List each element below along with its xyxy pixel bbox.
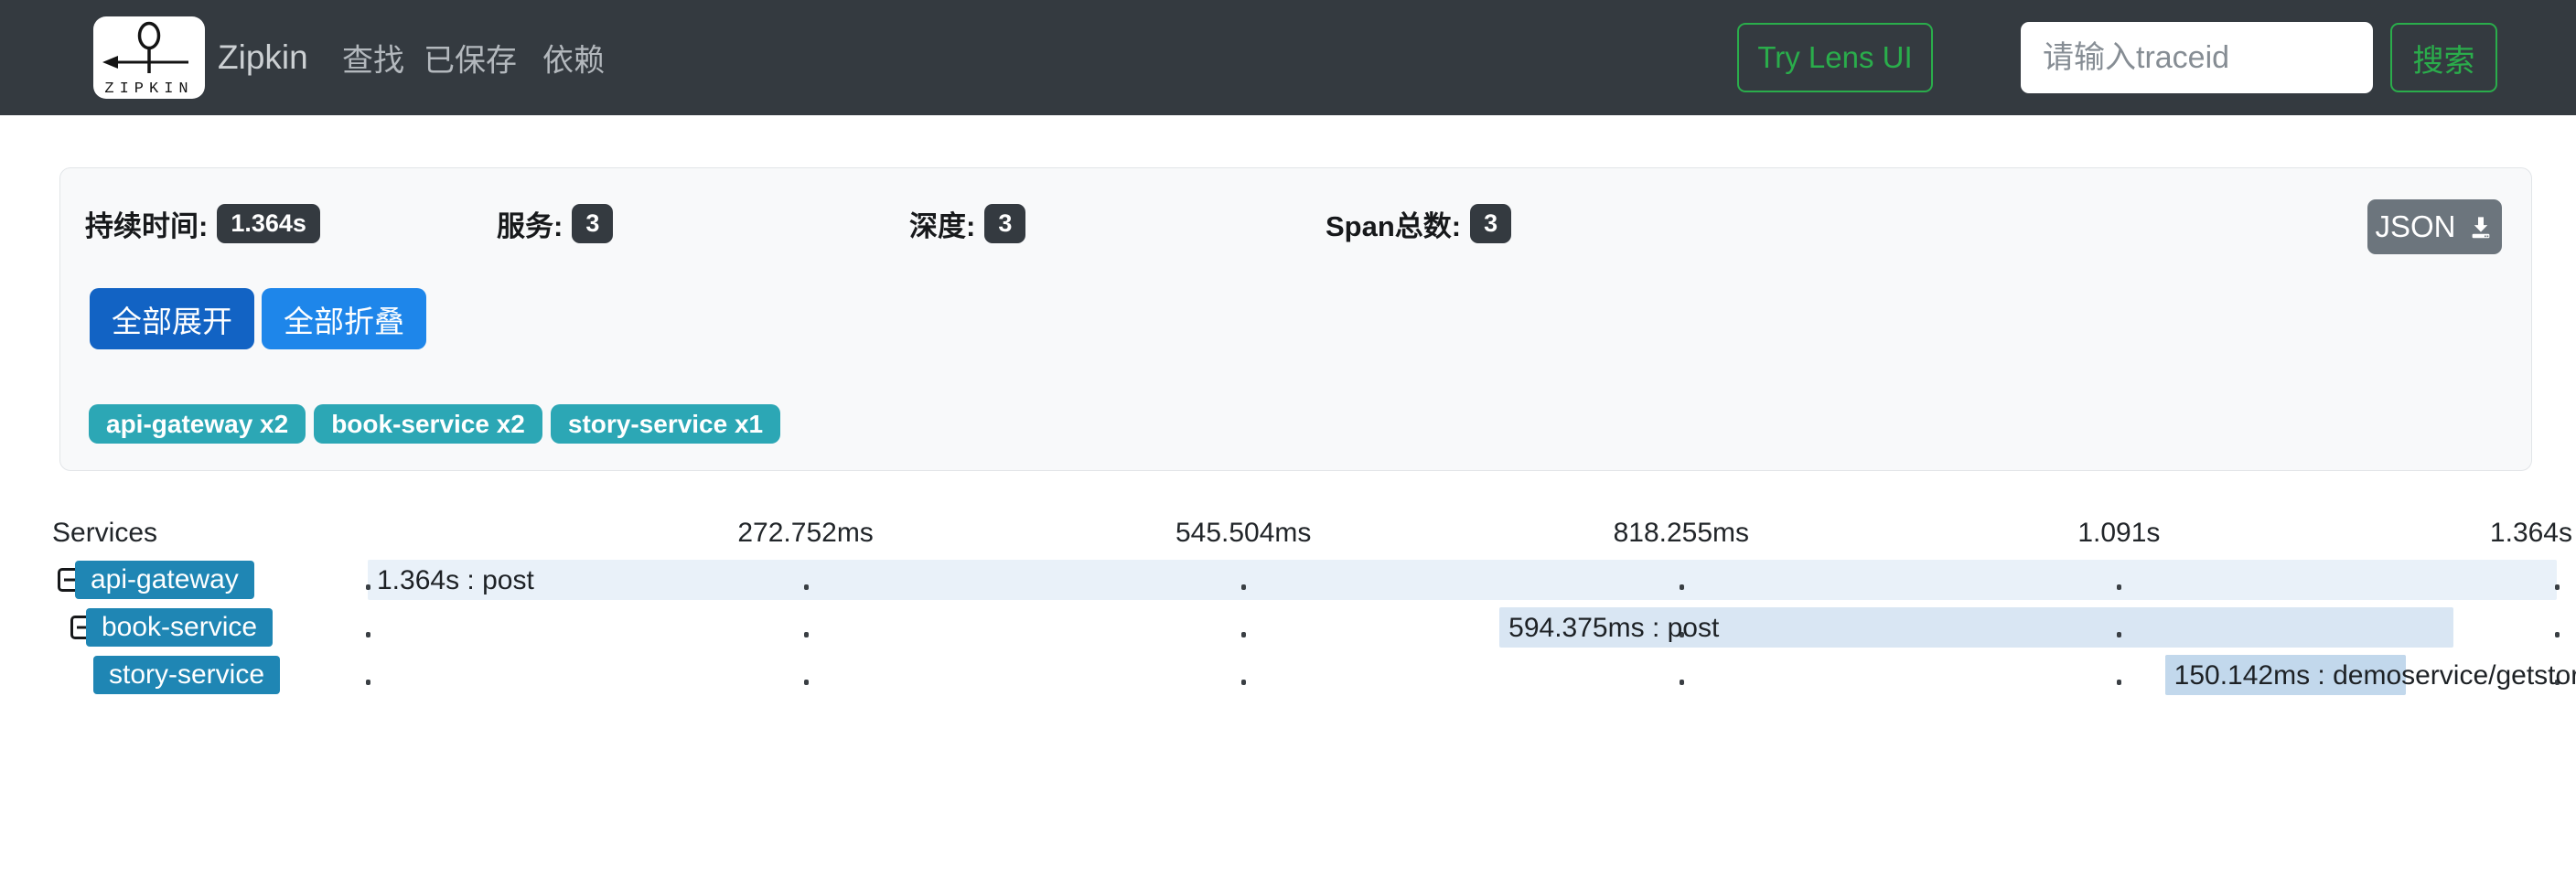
tick-label: 545.504ms <box>1175 518 1311 549</box>
nav-link-saved[interactable]: 已保存 <box>424 36 517 80</box>
try-lens-ui-button[interactable]: Try Lens UI <box>1737 23 1933 92</box>
stat-depth-value: 3 <box>984 204 1025 243</box>
service-badge-api-gateway[interactable]: api-gateway <box>75 561 254 599</box>
service-count-badge-book-service[interactable]: book-service x2 <box>314 404 542 444</box>
tick-label: 272.752ms <box>737 518 873 549</box>
span-label: 594.375ms : post <box>1499 604 1719 651</box>
service-badge-book-service[interactable]: book-service <box>86 608 273 647</box>
service-count-badge-api-gateway[interactable]: api-gateway x2 <box>89 404 306 444</box>
stat-services-label: 服务: <box>497 203 563 244</box>
zipkin-logo[interactable]: ZIPKIN <box>93 16 205 99</box>
expand-all-button[interactable]: 全部展开 <box>90 288 254 349</box>
tick-label: 818.255ms <box>1614 518 1749 549</box>
stat-span-count-label: Span总数: <box>1326 203 1461 244</box>
tick-dot <box>366 680 370 685</box>
stat-services: 服务: 3 <box>497 203 613 243</box>
tick-dot <box>366 632 370 637</box>
trace-summary-card: 持续时间: 1.364s 服务: 3 深度: 3 Span总数: 3 JSON … <box>59 167 2532 471</box>
stat-span-count: Span总数: 3 <box>1326 203 1511 243</box>
stat-span-count-value: 3 <box>1470 204 1511 243</box>
collapse-all-button[interactable]: 全部折叠 <box>262 288 426 349</box>
service-badge-story-service[interactable]: story-service <box>93 656 280 694</box>
tick-dot <box>804 680 809 685</box>
span-label: 1.364s : post <box>368 556 534 604</box>
span-bar[interactable] <box>368 560 2557 600</box>
traceid-search-input[interactable] <box>2021 22 2373 93</box>
trace-row-book-service: 594.375ms : post book-service <box>0 604 2576 651</box>
stat-services-value: 3 <box>572 204 613 243</box>
service-count-badge-story-service[interactable]: story-service x1 <box>551 404 780 444</box>
tick-dot <box>804 584 809 590</box>
tick-dot <box>2117 584 2121 590</box>
tick-dot <box>1241 584 1246 590</box>
tick-dot <box>2117 632 2121 637</box>
svg-text:ZIPKIN: ZIPKIN <box>104 80 193 95</box>
stat-depth-label: 深度: <box>909 203 975 244</box>
json-button-label: JSON <box>2375 209 2455 244</box>
nav-link-find[interactable]: 查找 <box>342 36 404 80</box>
tick-dot <box>2117 680 2121 685</box>
brand-title: Zipkin <box>218 38 308 77</box>
download-json-button[interactable]: JSON <box>2367 199 2502 254</box>
navbar: ZIPKIN Zipkin 查找 已保存 依赖 Try Lens UI 搜索 <box>0 0 2576 115</box>
tick-dot <box>1241 632 1246 637</box>
nav-link-dependencies[interactable]: 依赖 <box>542 36 605 80</box>
span-label: 150.142ms : demoservice/getstory <box>2165 651 2576 699</box>
zipkin-pin-icon: ZIPKIN <box>98 20 200 95</box>
tick-dot <box>2555 632 2560 637</box>
tick-label: 1.364s <box>2490 518 2572 549</box>
stat-duration: 持续时间: 1.364s <box>85 203 320 243</box>
service-count-badges: api-gateway x2 book-service x2 story-ser… <box>89 404 780 444</box>
stat-duration-value: 1.364s <box>217 204 320 243</box>
stat-duration-label: 持续时间: <box>85 203 208 244</box>
tick-dot <box>804 632 809 637</box>
stat-depth: 深度: 3 <box>909 203 1025 243</box>
tick-dot <box>2555 584 2560 590</box>
trace-row-story-service: 150.142ms : demoservice/getstory story-se… <box>0 651 2576 699</box>
tick-dot <box>1680 680 1684 685</box>
tick-dot <box>1241 680 1246 685</box>
search-button[interactable]: 搜索 <box>2390 23 2497 92</box>
minus-glyph <box>64 579 75 582</box>
download-icon <box>2467 213 2495 241</box>
timeline-services-header: Services <box>52 518 157 549</box>
trace-row-api-gateway: 1.364s : post api-gateway <box>0 556 2576 604</box>
tick-dot <box>1680 584 1684 590</box>
tick-label: 1.091s <box>2077 518 2160 549</box>
